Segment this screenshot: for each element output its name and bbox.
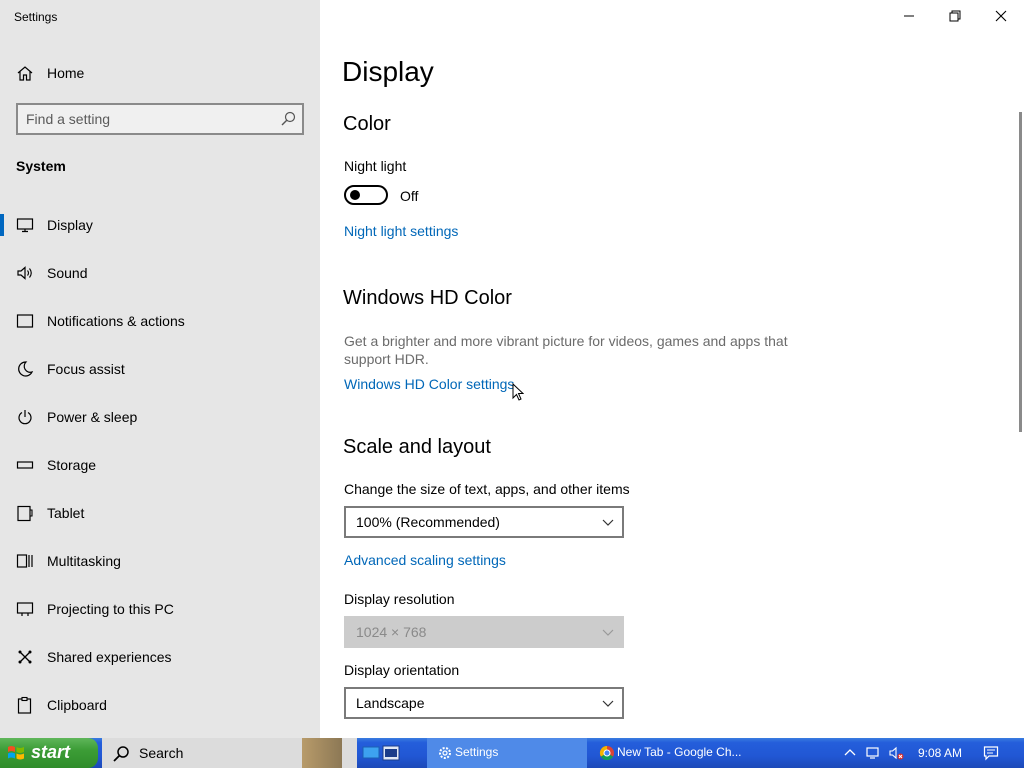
app-title: Settings (14, 10, 58, 24)
night-light-settings-link[interactable]: Night light settings (344, 223, 458, 239)
sidebar-item-label: Storage (47, 457, 97, 473)
search-icon[interactable] (280, 111, 296, 127)
night-light-toggle[interactable] (344, 185, 388, 205)
sidebar-item-label: Clipboard (47, 697, 107, 713)
night-light-label: Night light (344, 158, 407, 174)
shared-icon (18, 650, 32, 664)
chevron-down-icon (602, 629, 614, 636)
notification-icon (16, 314, 34, 328)
network-icon[interactable] (865, 745, 881, 761)
chevron-down-icon (602, 700, 614, 707)
multitasking-icon (16, 554, 33, 568)
night-light-state: Off (400, 188, 419, 204)
sidebar-item-label: Power & sleep (47, 409, 138, 425)
power-icon (18, 410, 32, 425)
taskbar: start Search Settings New Tab - Google C… (0, 738, 1024, 768)
sidebar-item-label: Sound (47, 265, 88, 281)
cortana-avatar[interactable] (302, 738, 342, 768)
sidebar-item-projecting[interactable]: Projecting to this PC (0, 592, 320, 640)
selection-indicator (0, 214, 4, 236)
sidebar-item-shared-experiences[interactable]: Shared experiences (0, 640, 320, 688)
projecting-icon (16, 602, 34, 616)
resolution-dropdown[interactable]: 1024 × 768 (344, 616, 624, 648)
sidebar-item-label: Display (47, 217, 93, 233)
start-button[interactable]: start (0, 738, 98, 768)
main-content: Display Color Night light Off Night ligh… (320, 0, 1024, 738)
sidebar-item-sound[interactable]: Sound (0, 256, 320, 304)
orientation-label: Display orientation (344, 662, 460, 678)
hd-color-settings-link[interactable]: Windows HD Color settings (344, 376, 514, 392)
chrome-icon (599, 745, 614, 761)
taskbar-item-label: Settings (455, 745, 499, 759)
taskbar-search-label: Search (139, 745, 184, 761)
chevron-down-icon (602, 519, 614, 526)
volume-muted-icon[interactable] (888, 745, 904, 761)
scale-layout-heading: Scale and layout (343, 436, 491, 458)
sidebar-nav: Display Sound Notifications & actions Fo… (0, 208, 320, 736)
resolution-value: 1024 × 768 (356, 624, 427, 640)
sidebar-item-storage[interactable]: Storage (0, 448, 320, 496)
sidebar-item-clipboard[interactable]: Clipboard (0, 688, 320, 736)
orientation-value: Landscape (356, 695, 425, 711)
home-link[interactable]: Home (0, 58, 320, 88)
sidebar-item-label: Projecting to this PC (47, 601, 174, 617)
gear-icon (439, 747, 451, 759)
start-label: start (31, 742, 71, 762)
window-quicklaunch-icon[interactable] (382, 744, 400, 762)
section-label-system: System (16, 158, 66, 174)
resolution-label: Display resolution (344, 591, 455, 607)
taskbar-item-settings[interactable]: Settings (427, 738, 587, 768)
search-input[interactable] (26, 110, 266, 128)
settings-window: Settings Home System Display (0, 0, 1024, 738)
taskbar-item-label: New Tab - Google Ch... (617, 745, 742, 759)
sidebar-item-label: Tablet (47, 505, 85, 521)
sidebar: Settings Home System Display (0, 0, 320, 738)
taskbar-item-chrome[interactable]: New Tab - Google Ch... (589, 738, 744, 768)
mouse-cursor-icon (512, 383, 524, 401)
orientation-dropdown[interactable]: Landscape (344, 687, 624, 719)
scrollbar[interactable] (1019, 112, 1022, 432)
monitor-icon (16, 218, 34, 233)
sidebar-item-power[interactable]: Power & sleep (0, 400, 320, 448)
clock[interactable]: 9:08 AM (918, 746, 962, 760)
scale-size-label: Change the size of text, apps, and other… (344, 481, 630, 497)
sidebar-item-label: Multitasking (47, 553, 121, 569)
speaker-icon (17, 266, 32, 280)
color-heading: Color (343, 113, 391, 135)
sidebar-item-label: Notifications & actions (47, 313, 185, 329)
clipboard-icon (17, 696, 32, 714)
sidebar-item-multitasking[interactable]: Multitasking (0, 544, 320, 592)
tablet-icon (17, 505, 33, 522)
sidebar-item-display[interactable]: Display (0, 208, 320, 256)
taskbar-search[interactable]: Search (102, 738, 357, 768)
windows-flag-icon (8, 746, 24, 760)
search-icon (113, 746, 129, 762)
desktop-quicklaunch-icon[interactable] (362, 744, 380, 762)
advanced-scaling-link[interactable]: Advanced scaling settings (344, 552, 506, 568)
sidebar-item-label: Focus assist (47, 361, 125, 377)
settings-search[interactable] (16, 103, 304, 135)
toggle-knob (350, 190, 360, 200)
home-label: Home (47, 65, 85, 81)
home-icon (17, 66, 33, 81)
scale-dropdown[interactable]: 100% (Recommended) (344, 506, 624, 538)
sidebar-item-label: Shared experiences (47, 649, 172, 665)
sidebar-item-focus-assist[interactable]: Focus assist (0, 352, 320, 400)
sidebar-item-tablet[interactable]: Tablet (0, 496, 320, 544)
storage-icon (16, 461, 34, 469)
page-title: Display (342, 56, 434, 87)
hd-color-description: Get a brighter and more vibrant picture … (344, 333, 788, 367)
action-center-icon[interactable] (983, 745, 999, 761)
scale-value: 100% (Recommended) (356, 514, 500, 530)
hd-color-heading: Windows HD Color (343, 287, 512, 309)
moon-icon (18, 361, 34, 377)
sidebar-item-notifications[interactable]: Notifications & actions (0, 304, 320, 352)
chevron-up-icon[interactable] (842, 745, 858, 761)
